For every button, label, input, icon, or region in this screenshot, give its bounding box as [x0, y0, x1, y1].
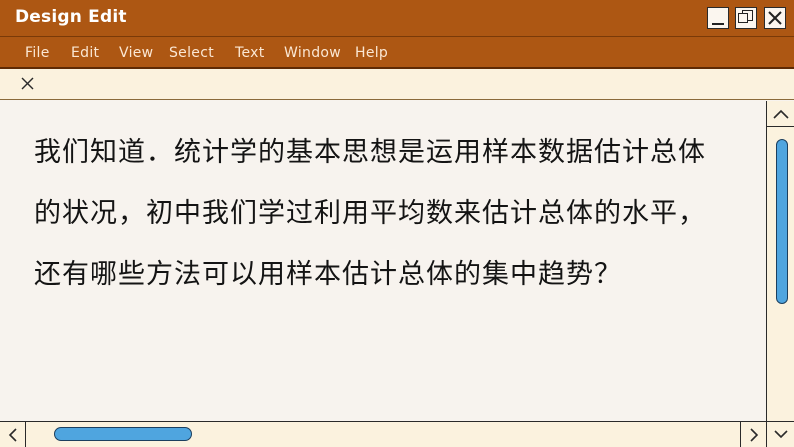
window-title: Design Edit: [15, 7, 127, 27]
vertical-scrollbar[interactable]: [766, 101, 794, 421]
menu-text[interactable]: Text: [235, 45, 265, 61]
document-content[interactable]: 我们知道．统计学的基本思想是运用样本数据估计总体 的状况，初中我们学过利用平均数…: [0, 101, 766, 421]
close-icon: [768, 11, 782, 25]
maximize-button[interactable]: [735, 7, 757, 29]
scroll-up-button[interactable]: [767, 101, 794, 127]
close-icon: [21, 77, 34, 90]
horizontal-scroll-thumb[interactable]: [54, 427, 192, 441]
scroll-right-button[interactable]: [740, 422, 766, 447]
horizontal-scrollbar[interactable]: [0, 421, 766, 447]
content-line-1: 我们知道．统计学的基本思想是运用样本数据估计总体: [34, 137, 706, 168]
content-line-3: 还有哪些方法可以用样本估计总体的集中趋势？: [34, 259, 622, 290]
minimize-button[interactable]: [707, 7, 729, 29]
minimize-icon: [712, 23, 724, 25]
menu-help[interactable]: Help: [355, 45, 388, 61]
chevron-right-icon: [750, 428, 759, 442]
title-bar[interactable]: Design Edit: [0, 0, 794, 37]
menu-view[interactable]: View: [119, 45, 153, 61]
content-line-2: 的状况，初中我们学过利用平均数来估计总体的水平，: [34, 198, 706, 229]
menu-bar: File Edit View Select Text Window Help: [0, 37, 794, 69]
chevron-up-icon: [773, 109, 789, 119]
tab-row: [0, 69, 794, 100]
chevron-left-icon: [8, 428, 17, 442]
menu-window[interactable]: Window: [284, 45, 341, 61]
scroll-down-button[interactable]: [766, 421, 794, 447]
scroll-left-button[interactable]: [0, 422, 26, 447]
close-button[interactable]: [764, 7, 786, 29]
menu-select[interactable]: Select: [169, 45, 214, 61]
menu-edit[interactable]: Edit: [71, 45, 99, 61]
app-window: Design Edit File Edit View Select Text W…: [0, 0, 794, 447]
menu-file[interactable]: File: [25, 45, 50, 61]
vertical-scroll-thumb[interactable]: [776, 139, 788, 304]
chevron-down-icon: [774, 430, 788, 439]
